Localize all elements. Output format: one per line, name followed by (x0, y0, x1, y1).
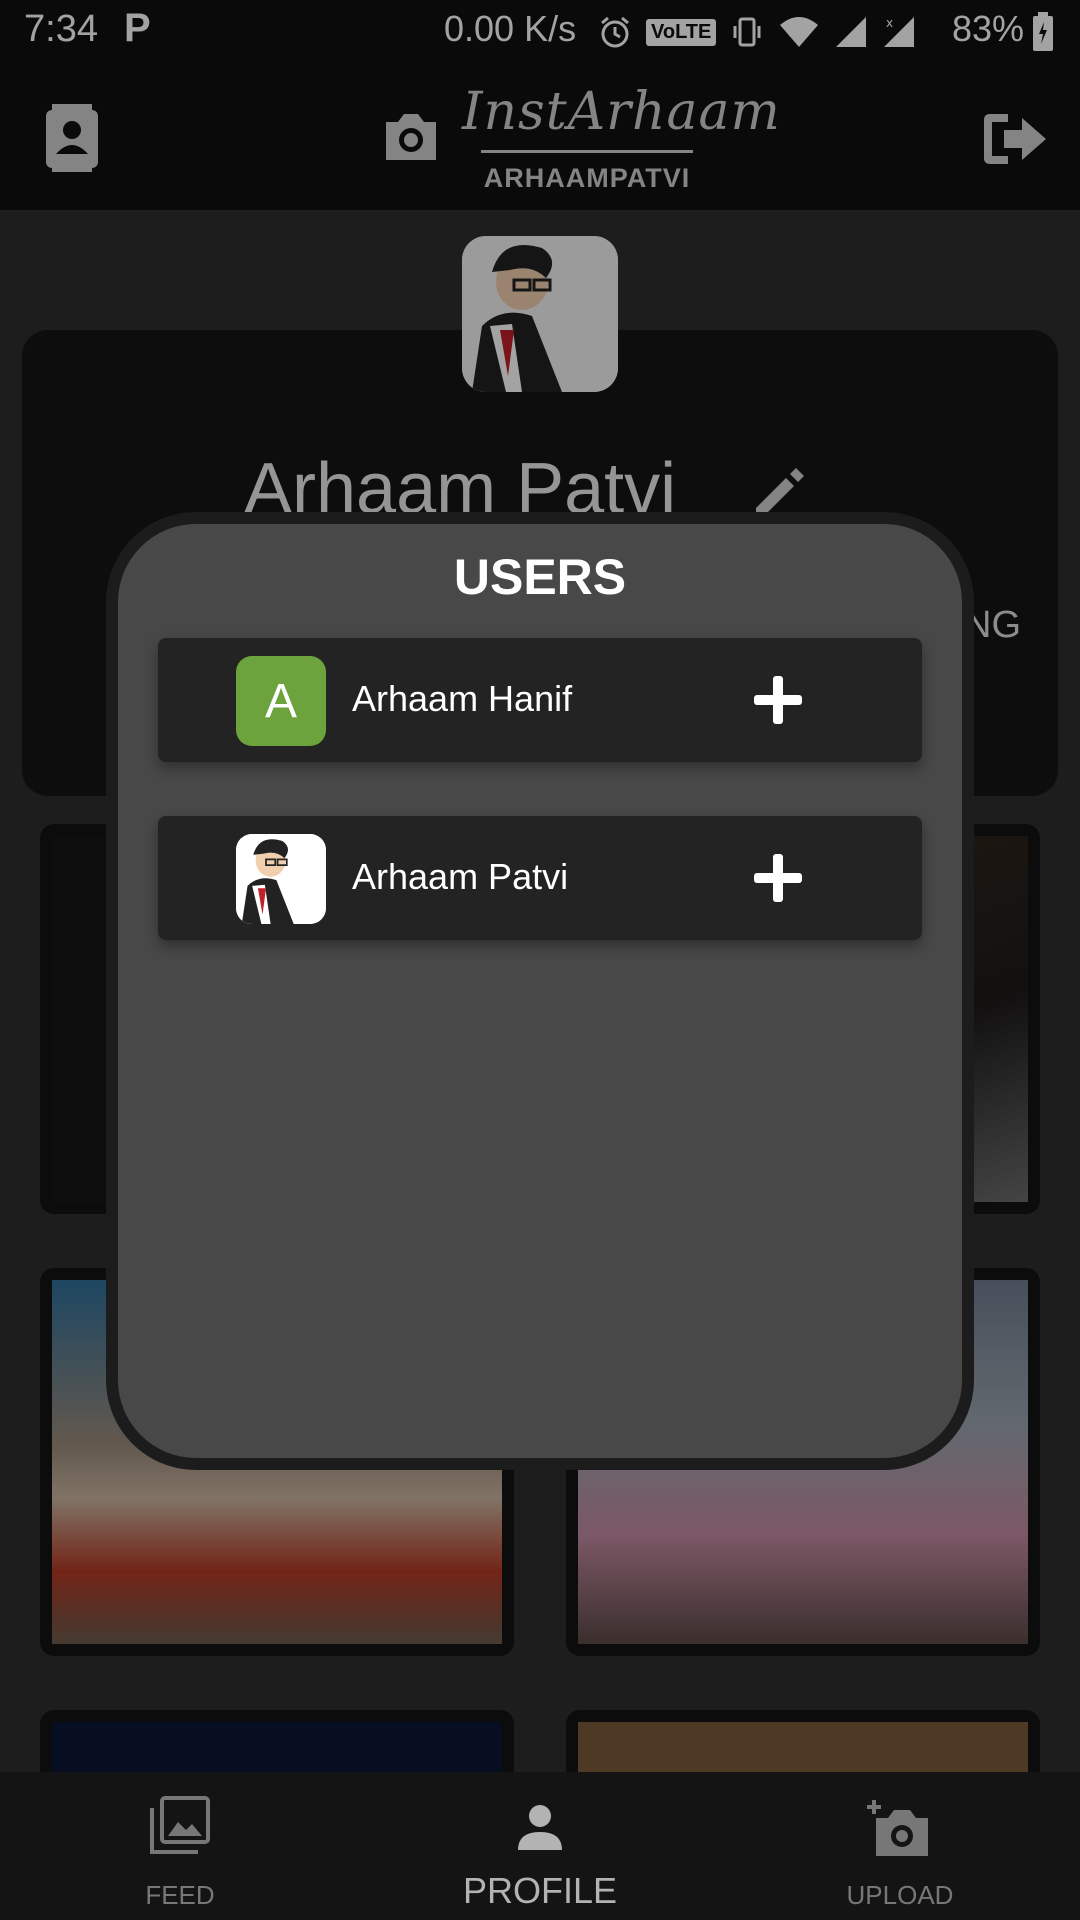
add-user-icon[interactable] (750, 850, 806, 906)
user-row[interactable]: Arhaam Patvi (158, 816, 922, 940)
nav-upload-label: UPLOAD (846, 1880, 954, 1910)
users-dialog-title: USERS (453, 549, 627, 605)
bottom-navigation: FEED PROFILE UPLOAD (0, 1772, 1080, 1920)
user-avatar-initial: A (236, 656, 326, 746)
person-icon (518, 1805, 562, 1850)
user-name: Arhaam Patvi (352, 856, 569, 897)
nav-upload[interactable]: UPLOAD (770, 1772, 1030, 1920)
nav-feed-label: FEED (145, 1880, 215, 1910)
avatar-illustration (236, 834, 326, 924)
user-avatar-image (236, 834, 326, 924)
add-user-icon[interactable] (750, 672, 806, 728)
user-row[interactable]: A Arhaam Hanif (158, 638, 922, 762)
image-gallery-icon (150, 1796, 210, 1854)
nav-profile[interactable]: PROFILE (410, 1772, 670, 1920)
user-name: Arhaam Hanif (352, 678, 573, 719)
nav-feed[interactable]: FEED (50, 1772, 310, 1920)
nav-profile-label: PROFILE (462, 1870, 618, 1911)
add-camera-icon (867, 1800, 928, 1856)
